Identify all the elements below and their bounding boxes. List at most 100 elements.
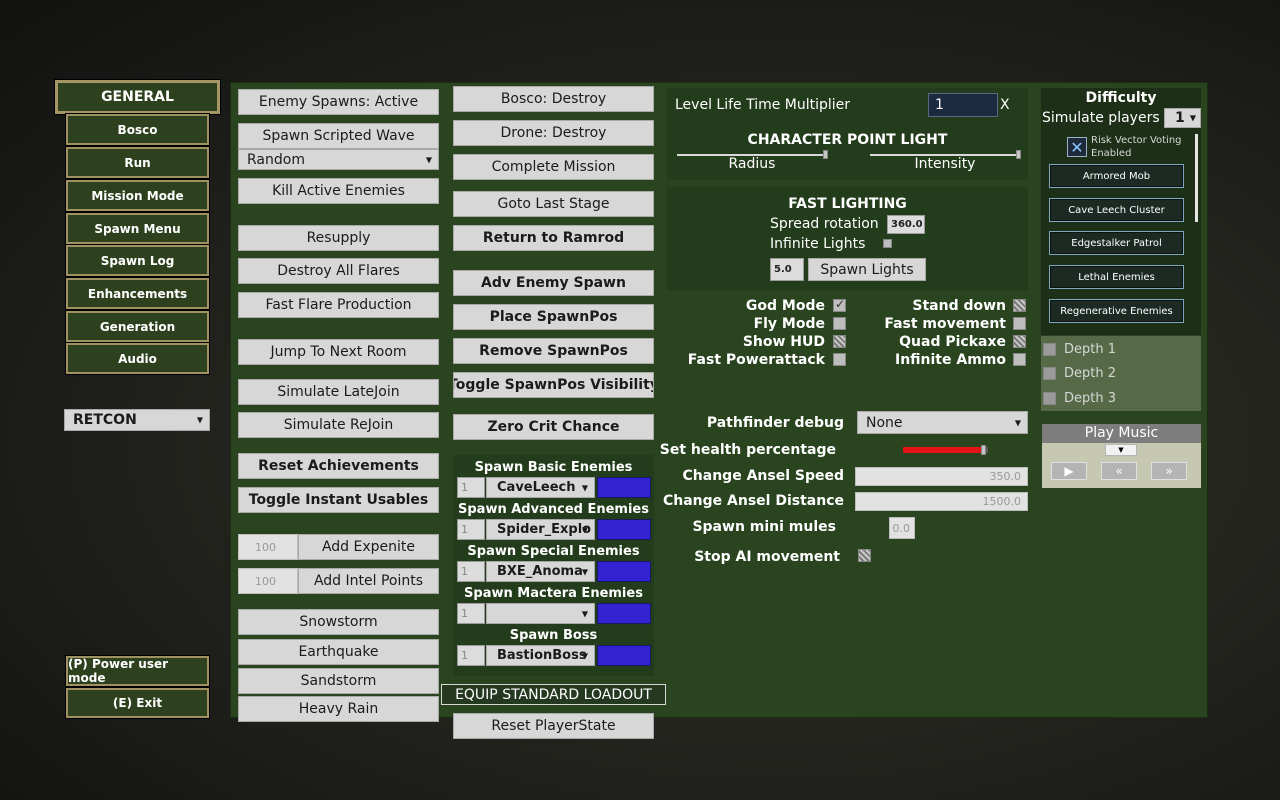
stand-down-checkbox[interactable]: [1013, 299, 1026, 312]
equip-loadout-button[interactable]: EQUIP STANDARD LOADOUT: [441, 684, 666, 705]
ansel-speed-input[interactable]: 350.0: [855, 467, 1028, 486]
exit-button[interactable]: (E) Exit: [66, 688, 209, 718]
show-hud-checkbox[interactable]: [833, 335, 846, 348]
bosco-destroy-button[interactable]: Bosco: Destroy: [453, 86, 654, 112]
mini-mules-input[interactable]: 0.0: [889, 517, 915, 539]
health-percentage-label: Set health percentage: [659, 442, 836, 458]
spawn-boss-dropdown[interactable]: BastionBoss ▼: [486, 645, 595, 666]
enemy-armored-mob[interactable]: Armored Mob: [1049, 164, 1184, 188]
spawn-basic-color[interactable]: [597, 477, 651, 498]
expenite-amount-input[interactable]: 100: [238, 534, 298, 560]
spawn-advanced-title: Spawn Advanced Enemies: [458, 502, 649, 517]
spawn-boss-color[interactable]: [597, 645, 651, 666]
wave-dropdown[interactable]: Random ▼: [238, 149, 439, 170]
nav-audio[interactable]: Audio: [66, 343, 209, 374]
toggle-instant-usables-button[interactable]: Toggle Instant Usables: [238, 487, 439, 513]
spawn-basic-count[interactable]: 1: [457, 477, 485, 498]
simulate-latejoin-button[interactable]: Simulate LateJoin: [238, 379, 439, 405]
goto-last-stage-button[interactable]: Goto Last Stage: [453, 191, 654, 217]
health-slider[interactable]: [903, 447, 988, 453]
spawn-advanced-count[interactable]: 1: [457, 519, 485, 540]
toggle-spawnpos-visibility-button[interactable]: Toggle SpawnPos Visibility: [453, 372, 654, 398]
nav-spawn-log[interactable]: Spawn Log: [66, 245, 209, 276]
sandstorm-button[interactable]: Sandstorm: [238, 668, 439, 694]
depth-2-checkbox[interactable]: [1043, 367, 1056, 380]
infinite-ammo-checkbox[interactable]: [1013, 353, 1026, 366]
play-button[interactable]: ▶: [1051, 462, 1087, 480]
preset-dropdown[interactable]: RETCON ▼: [64, 409, 210, 431]
complete-mission-button[interactable]: Complete Mission: [453, 154, 654, 180]
spawn-mactera-count[interactable]: 1: [457, 603, 485, 624]
stop-ai-checkbox[interactable]: [858, 549, 871, 562]
depth-3-checkbox[interactable]: [1043, 392, 1056, 405]
fly-mode-checkbox[interactable]: [833, 317, 846, 330]
god-mode-checkbox[interactable]: [833, 297, 846, 312]
spawn-mactera-dropdown[interactable]: ▼: [486, 603, 595, 624]
spawn-special-color[interactable]: [597, 561, 651, 582]
life-multiplier-input[interactable]: 1: [928, 93, 998, 117]
enemy-cave-leech-cluster[interactable]: Cave Leech Cluster: [1049, 198, 1184, 222]
spawn-scripted-wave-button[interactable]: Spawn Scripted Wave: [238, 123, 439, 149]
nav-general[interactable]: GENERAL: [55, 80, 220, 114]
spawn-basic-dropdown[interactable]: CaveLeech ▼: [486, 477, 595, 498]
intel-amount-input[interactable]: 100: [238, 568, 298, 594]
reset-achievements-button[interactable]: Reset Achievements: [238, 453, 439, 479]
risk-vector-checkbox[interactable]: ✕: [1067, 137, 1087, 157]
fast-powerattack-checkbox[interactable]: [833, 353, 846, 366]
nav-mission-mode[interactable]: Mission Mode: [66, 180, 209, 211]
jump-next-room-button[interactable]: Jump To Next Room: [238, 339, 439, 365]
remove-spawnpos-button[interactable]: Remove SpawnPos: [453, 338, 654, 364]
zero-crit-button[interactable]: Zero Crit Chance: [453, 414, 654, 440]
enemy-edgestalker-patrol[interactable]: Edgestalker Patrol: [1049, 231, 1184, 255]
heavy-rain-button[interactable]: Heavy Rain: [238, 696, 439, 722]
adv-enemy-spawn-button[interactable]: Adv Enemy Spawn: [453, 270, 654, 296]
kill-enemies-button[interactable]: Kill Active Enemies: [238, 178, 439, 204]
resupply-button[interactable]: Resupply: [238, 225, 439, 251]
earthquake-button[interactable]: Earthquake: [238, 639, 439, 665]
return-ramrod-button[interactable]: Return to Ramrod: [453, 225, 654, 251]
enemy-list-scrollbar[interactable]: [1195, 134, 1198, 222]
infinite-lights-checkbox[interactable]: [883, 239, 892, 248]
nav-generation[interactable]: Generation: [66, 311, 209, 342]
simulate-rejoin-button[interactable]: Simulate ReJoin: [238, 412, 439, 438]
enemy-lethal-enemies[interactable]: Lethal Enemies: [1049, 265, 1184, 289]
pathfinder-dropdown[interactable]: None ▼: [857, 411, 1028, 434]
spawn-lights-button[interactable]: Spawn Lights: [808, 258, 926, 281]
destroy-flares-button[interactable]: Destroy All Flares: [238, 258, 439, 284]
health-slider-handle[interactable]: [980, 445, 986, 455]
nav-enhancements[interactable]: Enhancements: [66, 278, 209, 309]
previous-track-button[interactable]: «: [1101, 462, 1137, 480]
ansel-distance-input[interactable]: 1500.0: [855, 492, 1028, 511]
enemy-regenerative-enemies[interactable]: Regenerative Enemies: [1049, 299, 1184, 323]
light-count-input[interactable]: 5.0: [770, 258, 804, 281]
enemy-spawns-button[interactable]: Enemy Spawns: Active: [238, 89, 439, 115]
chevron-down-icon: ▼: [581, 525, 588, 534]
chevron-down-icon: ▼: [1014, 418, 1021, 427]
spread-rotation-input[interactable]: 360.0: [887, 215, 925, 234]
spawn-advanced-dropdown[interactable]: Spider_Explo ▼: [486, 519, 595, 540]
fast-flare-button[interactable]: Fast Flare Production: [238, 292, 439, 318]
snowstorm-button[interactable]: Snowstorm: [238, 609, 439, 635]
nav-run[interactable]: Run: [66, 147, 209, 178]
spawn-special-dropdown[interactable]: BXE_Anoma ▼: [486, 561, 595, 582]
music-dropdown[interactable]: ▼: [1105, 444, 1137, 456]
spawn-boss-count[interactable]: 1: [457, 645, 485, 666]
spawn-mactera-color[interactable]: [597, 603, 651, 624]
reset-playerstate-button[interactable]: Reset PlayerState: [453, 713, 654, 739]
fast-movement-checkbox[interactable]: [1013, 317, 1026, 330]
add-intel-button[interactable]: Add Intel Points: [298, 568, 439, 594]
quad-pickaxe-checkbox[interactable]: [1013, 335, 1026, 348]
nav-bosco[interactable]: Bosco: [66, 114, 209, 145]
add-expenite-button[interactable]: Add Expenite: [298, 534, 439, 560]
power-user-button[interactable]: (P) Power user mode: [66, 656, 209, 686]
infinite-lights-label: Infinite Lights: [770, 236, 866, 252]
nav-spawn-menu[interactable]: Spawn Menu: [66, 213, 209, 244]
drone-destroy-button[interactable]: Drone: Destroy: [453, 120, 654, 146]
spawn-advanced-color[interactable]: [597, 519, 651, 540]
depth-1-checkbox[interactable]: [1043, 343, 1056, 356]
difficulty-title: Difficulty: [1085, 90, 1157, 106]
place-spawnpos-button[interactable]: Place SpawnPos: [453, 304, 654, 330]
next-track-button[interactable]: »: [1151, 462, 1187, 480]
simulate-players-dropdown[interactable]: 1 ▼: [1164, 108, 1201, 128]
spawn-special-count[interactable]: 1: [457, 561, 485, 582]
